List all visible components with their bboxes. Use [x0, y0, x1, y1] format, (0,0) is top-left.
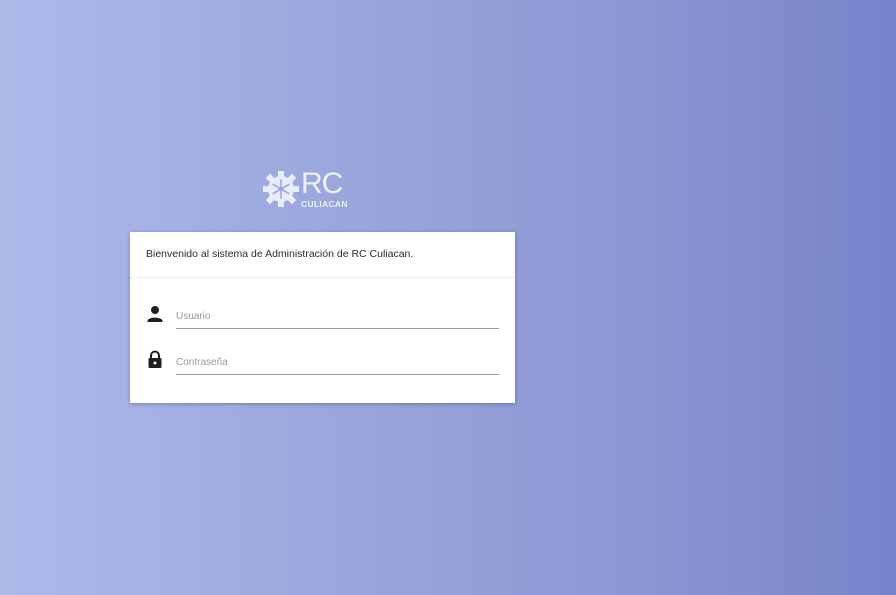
username-input[interactable] — [176, 304, 499, 329]
username-field — [146, 304, 499, 332]
password-input[interactable] — [176, 350, 499, 375]
logo-text: RC — [301, 167, 343, 200]
logo-subtext: CULIACAN — [301, 199, 348, 209]
brand-logo: RC CULIACAN — [262, 168, 352, 212]
lock-icon — [146, 350, 164, 370]
welcome-message: Bienvenido al sistema de Administración … — [130, 232, 515, 278]
login-card: Bienvenido al sistema de Administración … — [130, 232, 515, 403]
password-field — [146, 350, 499, 378]
person-icon — [146, 304, 164, 324]
gear-snowflake-icon — [263, 171, 299, 207]
